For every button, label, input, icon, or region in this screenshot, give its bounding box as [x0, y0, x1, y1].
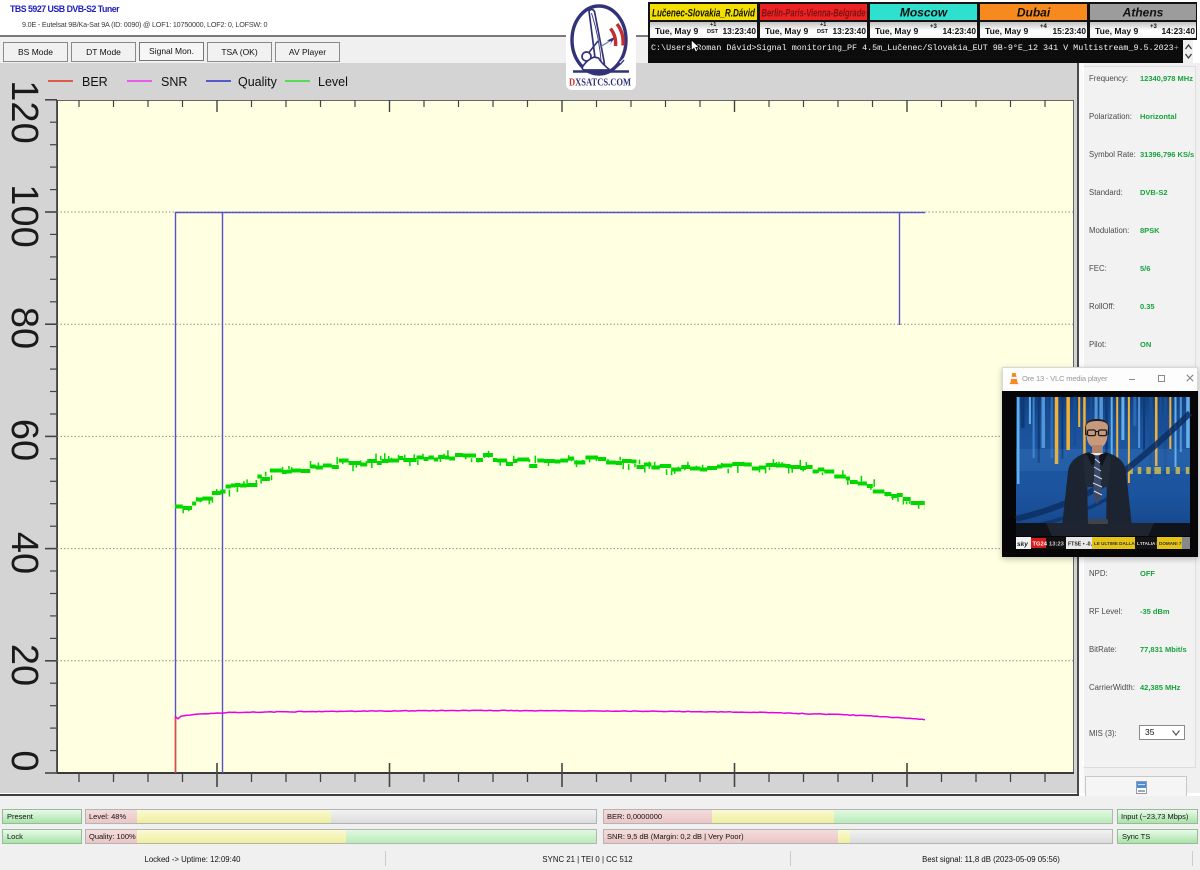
svg-text:Athens: Athens [1121, 6, 1163, 20]
svg-text:sky: sky [1017, 541, 1028, 548]
svg-text:TG24: TG24 [1033, 542, 1048, 548]
svg-text:Lučenec-Slovakia_R.Dávid: Lučenec-Slovakia_R.Dávid [652, 8, 755, 20]
svg-text:Dubai: Dubai [1016, 6, 1050, 20]
svg-text:Berlin-Paris-Vienna-Belgrade: Berlin-Paris-Vienna-Belgrade [761, 8, 865, 20]
svg-text:DXSATCS.COM: DXSATCS.COM [569, 78, 631, 89]
svg-text:Moscow: Moscow [899, 6, 947, 20]
svg-text:13:23: 13:23 [1049, 542, 1065, 548]
